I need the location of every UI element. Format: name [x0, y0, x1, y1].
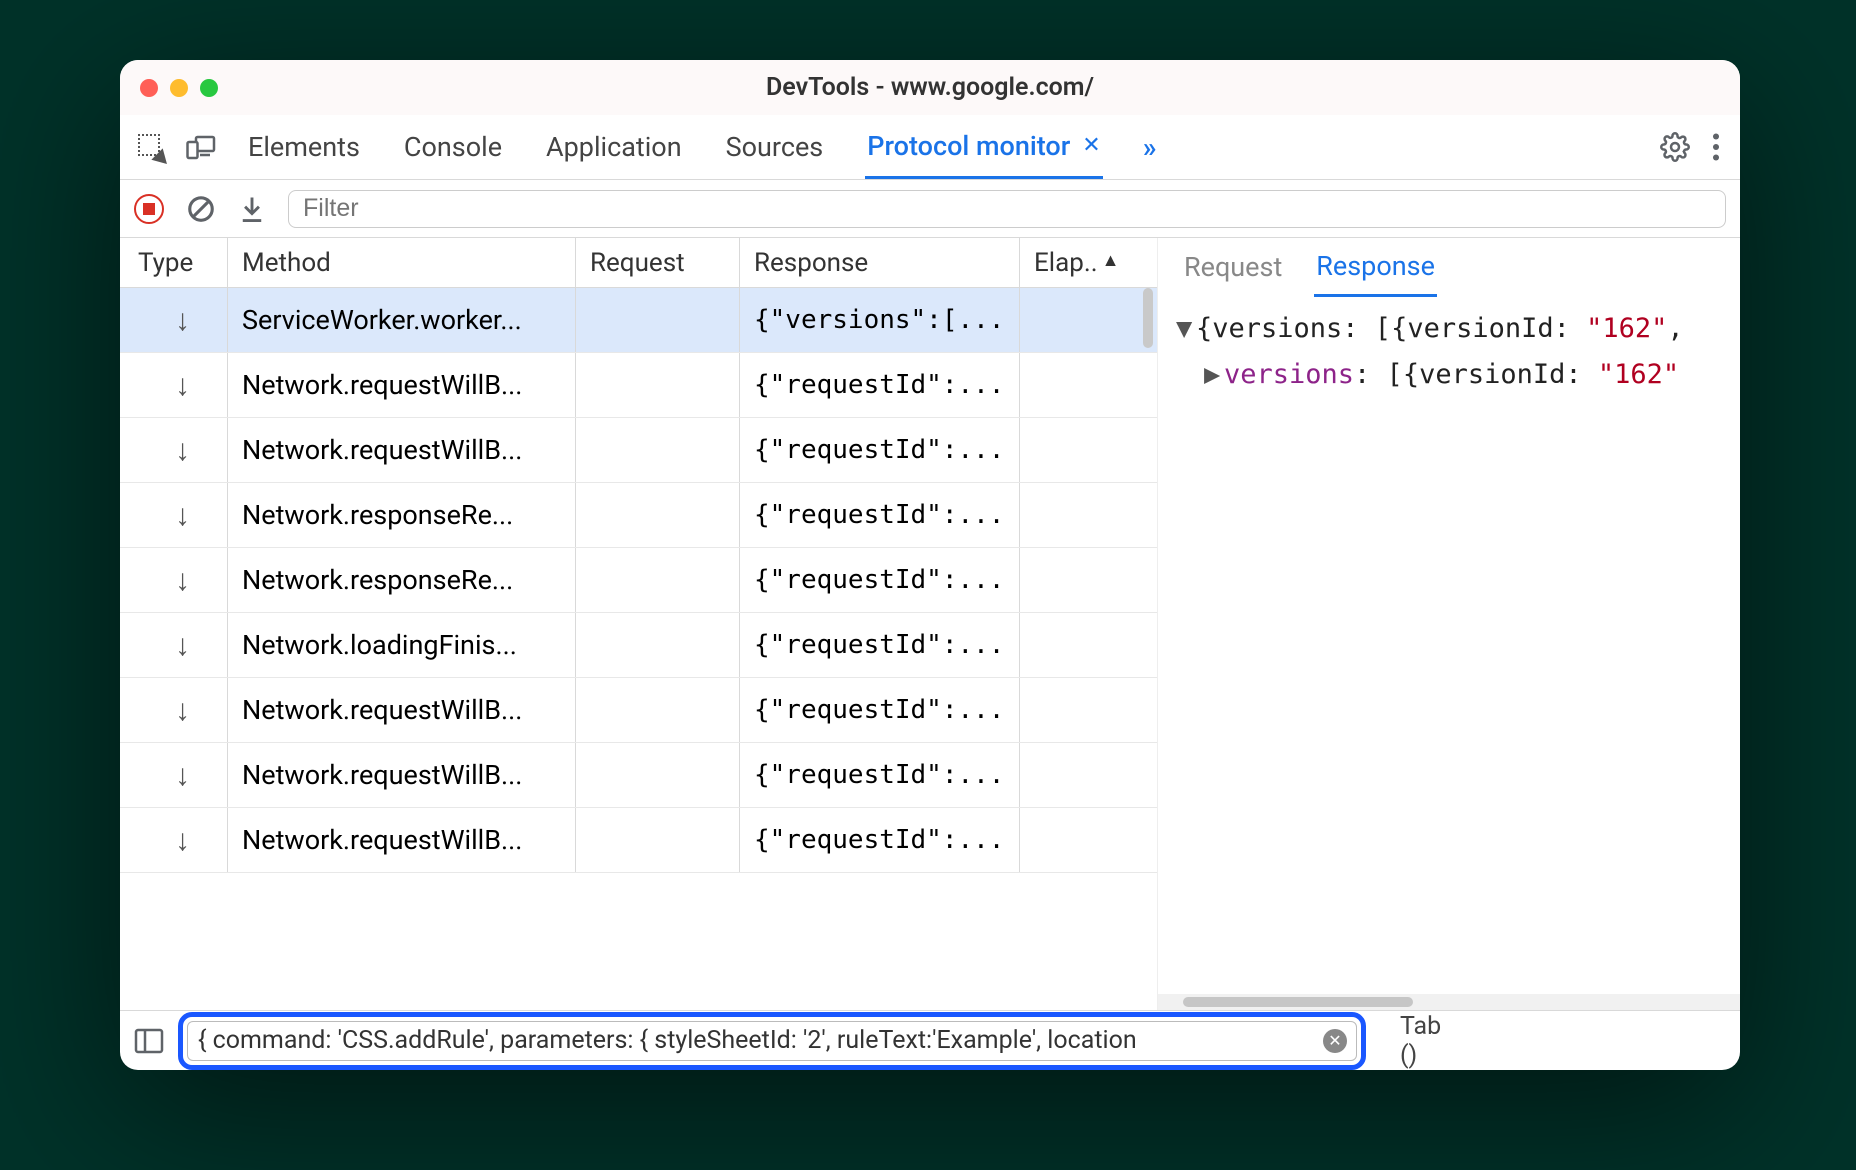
kebab-menu-icon[interactable] — [1712, 133, 1720, 161]
table-row[interactable]: ↓ Network.requestWillB... {"requestId":.… — [120, 418, 1157, 483]
toggle-drawer-icon[interactable] — [134, 1028, 164, 1054]
settings-gear-icon[interactable] — [1660, 132, 1690, 162]
table-row[interactable]: ↓ ServiceWorker.worker... {"versions":[.… — [120, 288, 1157, 353]
statusbar: ✕ Tab () ▼ — [120, 1010, 1740, 1070]
cell-response: {"requestId":... — [740, 548, 1020, 612]
arrow-down-icon: ↓ — [175, 368, 190, 403]
cell-response: {"requestId":... — [740, 678, 1020, 742]
clear-input-icon[interactable]: ✕ — [1323, 1029, 1347, 1053]
device-toolbar-icon[interactable] — [186, 134, 216, 160]
close-window-button[interactable] — [140, 79, 158, 97]
traffic-lights — [140, 79, 218, 97]
status-tab-label: Tab () — [1400, 1012, 1441, 1070]
clear-icon[interactable] — [186, 194, 216, 224]
record-button[interactable] — [134, 194, 164, 224]
panel-tabbar: Elements Console Application Sources Pro… — [120, 115, 1740, 180]
tab-protocol-monitor[interactable]: Protocol monitor ✕ — [865, 116, 1103, 179]
response-tree[interactable]: ▼{versions: [{versionId: "162", ▶version… — [1158, 296, 1740, 398]
col-request-header[interactable]: Request — [576, 238, 740, 287]
sort-ascending-icon: ▲ — [1102, 250, 1120, 271]
table-row[interactable]: ↓ Network.responseRe... {"requestId":... — [120, 483, 1157, 548]
cell-method: Network.requestWillB... — [228, 418, 576, 482]
command-input-highlight: ✕ — [178, 1012, 1366, 1070]
cell-method: Network.requestWillB... — [228, 743, 576, 807]
table-row[interactable]: ↓ Network.responseRe... {"requestId":... — [120, 548, 1157, 613]
arrow-down-icon: ↓ — [175, 563, 190, 598]
col-method-header[interactable]: Method — [228, 238, 576, 287]
cell-response: {"requestId":... — [740, 353, 1020, 417]
titlebar: DevTools - www.google.com/ — [120, 60, 1740, 115]
cell-response: {"requestId":... — [740, 483, 1020, 547]
protocol-toolbar — [120, 180, 1740, 238]
col-elapsed-header[interactable]: Elap..▲ — [1020, 238, 1157, 287]
tab-application[interactable]: Application — [544, 117, 684, 177]
tab-request[interactable]: Request — [1182, 239, 1284, 295]
cell-method: Network.requestWillB... — [228, 678, 576, 742]
cell-method: Network.responseRe... — [228, 548, 576, 612]
table-row[interactable]: ↓ Network.requestWillB... {"requestId":.… — [120, 743, 1157, 808]
devtools-window: DevTools - www.google.com/ Elements Cons… — [120, 60, 1740, 1070]
more-tabs-icon[interactable]: » — [1143, 131, 1157, 164]
tab-sources[interactable]: Sources — [724, 117, 826, 177]
caret-down-icon[interactable]: ▼ — [1176, 306, 1196, 352]
minimize-window-button[interactable] — [170, 79, 188, 97]
inspect-element-icon[interactable] — [138, 134, 164, 160]
cell-method: Network.loadingFinis... — [228, 613, 576, 677]
table-row[interactable]: ↓ Network.loadingFinis... {"requestId":.… — [120, 613, 1157, 678]
arrow-down-icon: ↓ — [175, 498, 190, 533]
caret-right-icon[interactable]: ▶ — [1204, 352, 1224, 398]
arrow-down-icon: ↓ — [175, 303, 190, 338]
filter-input[interactable] — [288, 190, 1726, 228]
cell-method: ServiceWorker.worker... — [228, 288, 576, 352]
table-row[interactable]: ↓ Network.requestWillB... {"requestId":.… — [120, 353, 1157, 418]
detail-tabs: Request Response — [1158, 238, 1740, 296]
tree-line[interactable]: ▶versions: [{versionId: "162" — [1176, 352, 1732, 398]
content-panes: Type Method Request Response Elap..▲ ↓ S… — [120, 238, 1740, 1010]
tree-line[interactable]: ▼{versions: [{versionId: "162", — [1176, 306, 1732, 352]
cell-method: Network.requestWillB... — [228, 353, 576, 417]
cell-response: {"requestId":... — [740, 808, 1020, 872]
protocol-table: Type Method Request Response Elap..▲ ↓ S… — [120, 238, 1158, 1010]
cell-response: {"requestId":... — [740, 743, 1020, 807]
tab-console[interactable]: Console — [402, 117, 504, 177]
zoom-window-button[interactable] — [200, 79, 218, 97]
cell-method: Network.requestWillB... — [228, 808, 576, 872]
vertical-scrollbar[interactable] — [1141, 288, 1155, 1010]
window-title: DevTools - www.google.com/ — [120, 73, 1740, 102]
tab-elements[interactable]: Elements — [246, 117, 362, 177]
cell-response: {"requestId":... — [740, 418, 1020, 482]
arrow-down-icon: ↓ — [175, 823, 190, 858]
arrow-down-icon: ↓ — [175, 433, 190, 468]
table-header: Type Method Request Response Elap..▲ — [120, 238, 1157, 288]
cell-response: {"requestId":... — [740, 613, 1020, 677]
cell-method: Network.responseRe... — [228, 483, 576, 547]
col-response-header[interactable]: Response — [740, 238, 1020, 287]
horizontal-scrollbar[interactable] — [1158, 994, 1740, 1010]
table-row[interactable]: ↓ Network.requestWillB... {"requestId":.… — [120, 808, 1157, 873]
cell-response: {"versions":[... — [740, 288, 1020, 352]
arrow-down-icon: ↓ — [175, 628, 190, 663]
detail-panel: Request Response ▼{versions: [{versionId… — [1158, 238, 1740, 1010]
command-input[interactable] — [187, 1021, 1357, 1061]
arrow-down-icon: ↓ — [175, 758, 190, 793]
col-type-header[interactable]: Type — [120, 238, 228, 287]
close-tab-icon[interactable]: ✕ — [1082, 133, 1100, 158]
tab-response[interactable]: Response — [1314, 238, 1437, 297]
table-row[interactable]: ↓ Network.requestWillB... {"requestId":.… — [120, 678, 1157, 743]
tab-protocol-label: Protocol monitor — [867, 130, 1070, 162]
table-body: ↓ ServiceWorker.worker... {"versions":[.… — [120, 288, 1157, 1010]
download-icon[interactable] — [238, 194, 266, 224]
arrow-down-icon: ↓ — [175, 693, 190, 728]
